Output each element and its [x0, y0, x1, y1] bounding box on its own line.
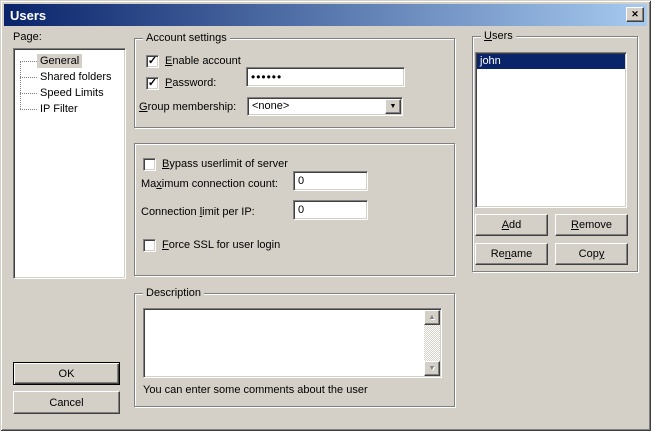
force-ssl-label[interactable]: Force SSL for user login	[162, 239, 280, 252]
scroll-down-icon: ▼	[429, 365, 436, 372]
window-title: Users	[4, 8, 46, 23]
account-settings-group-title: Account settings	[143, 32, 230, 45]
password-input[interactable]	[246, 67, 405, 87]
tree-branch-line	[20, 61, 37, 62]
checkmark-icon: ✓	[148, 78, 157, 89]
tree-item-shared-folders[interactable]: Shared folders	[14, 69, 125, 85]
ok-button[interactable]: OK	[13, 362, 120, 385]
tree-item-general[interactable]: General	[14, 53, 125, 69]
connection-limit-per-ip-input[interactable]	[293, 200, 368, 220]
tree-item-speed-limits[interactable]: Speed Limits	[14, 85, 125, 101]
tree-branch-line	[20, 109, 37, 110]
list-item-user[interactable]: john	[477, 54, 625, 69]
description-hint: You can enter some comments about the us…	[143, 384, 368, 397]
titlebar[interactable]: Users ✕	[4, 4, 647, 26]
scroll-down-button[interactable]: ▼	[424, 361, 440, 376]
chevron-down-icon: ▼	[390, 103, 397, 110]
rename-button[interactable]: Rename	[475, 243, 548, 265]
page-tree[interactable]: General Shared folders Speed Limits IP F…	[13, 48, 126, 279]
cancel-button[interactable]: Cancel	[13, 391, 120, 414]
bypass-userlimit-label[interactable]: Bypass userlimit of server	[162, 158, 288, 171]
users-group-title: Users	[481, 30, 516, 43]
vertical-scrollbar[interactable]: ▲ ▼	[424, 310, 440, 376]
description-group-title: Description	[143, 287, 204, 300]
group-membership-value: <none>	[252, 100, 289, 113]
max-connection-count-input[interactable]	[293, 171, 368, 191]
connection-limit-per-ip-label: Connection limit per IP:	[141, 206, 255, 219]
add-button-label: Add	[502, 219, 522, 231]
checkmark-icon: ✓	[148, 56, 157, 67]
tree-item-label: General	[37, 54, 82, 68]
users-dialog-window: Users ✕ Page: General Shared folders Spe…	[0, 0, 651, 431]
remove-button[interactable]: Remove	[555, 214, 628, 236]
copy-button-label: Copy	[579, 248, 605, 260]
tree-item-label: Shared folders	[37, 70, 115, 84]
tree-item-label: Speed Limits	[37, 86, 107, 100]
force-ssl-checkbox[interactable]	[143, 239, 156, 252]
tree-item-label: IP Filter	[37, 102, 81, 116]
group-membership-label: Group membership:	[139, 101, 236, 114]
scroll-up-button[interactable]: ▲	[424, 310, 440, 325]
add-button[interactable]: Add	[475, 214, 548, 236]
copy-button[interactable]: Copy	[555, 243, 628, 265]
tree-branch-line	[20, 77, 37, 78]
description-textarea[interactable]: ▲ ▼	[143, 308, 442, 378]
close-icon: ✕	[631, 9, 639, 20]
page-list-label: Page:	[13, 31, 42, 44]
bypass-userlimit-checkbox[interactable]	[143, 158, 156, 171]
rename-button-label: Rename	[491, 248, 533, 260]
enable-account-checkbox[interactable]: ✓	[146, 55, 159, 68]
tree-branch-line	[20, 93, 37, 94]
users-listbox[interactable]: john	[475, 52, 627, 208]
cancel-button-label: Cancel	[49, 397, 83, 409]
scroll-up-icon: ▲	[429, 314, 436, 321]
ok-button-label: OK	[59, 368, 75, 380]
enable-account-label[interactable]: Enable account	[165, 55, 241, 68]
remove-button-label: Remove	[571, 219, 612, 231]
password-label[interactable]: Password:	[165, 77, 216, 90]
dropdown-arrow-button[interactable]: ▼	[385, 99, 401, 114]
password-checkbox[interactable]: ✓	[146, 77, 159, 90]
scrollbar-track[interactable]	[424, 325, 440, 361]
close-button[interactable]: ✕	[626, 7, 644, 22]
tree-item-ip-filter[interactable]: IP Filter	[14, 101, 125, 117]
group-membership-select[interactable]: <none> ▼	[247, 97, 403, 116]
max-connection-count-label: Maximum connection count:	[141, 178, 278, 191]
